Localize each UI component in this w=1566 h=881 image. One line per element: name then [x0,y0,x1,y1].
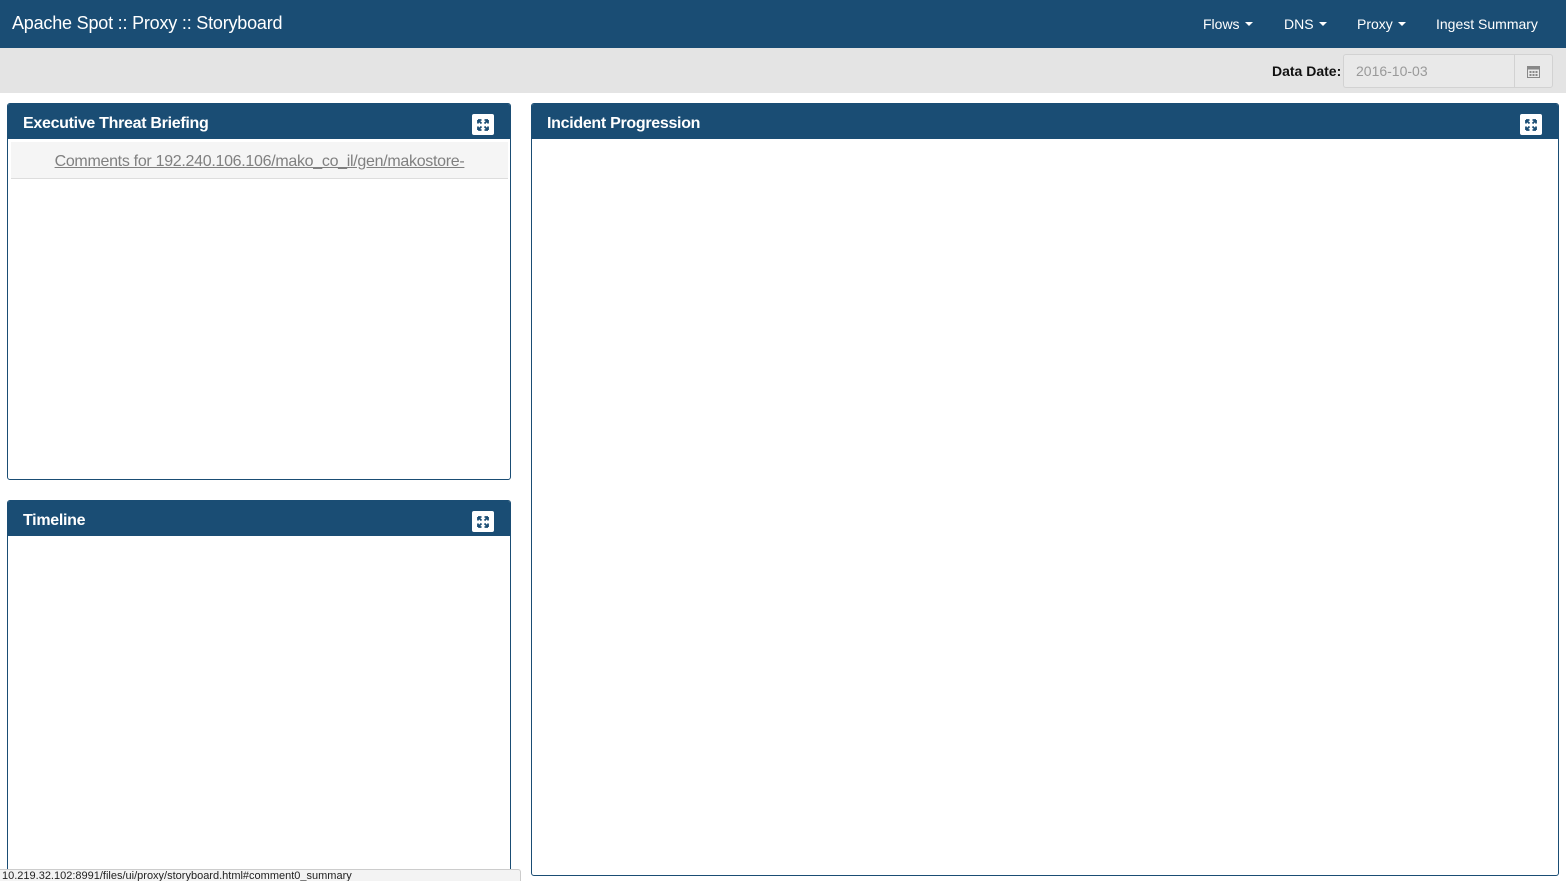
nav-proxy-menu[interactable]: Proxy [1357,16,1406,32]
nav-proxy-label: Proxy [1357,16,1393,32]
nav-flows-menu[interactable]: Flows [1203,16,1253,32]
incident-progression-panel: Incident Progression [531,103,1559,876]
executive-threat-briefing-panel: Executive Threat Briefing Comments for 1… [7,103,511,480]
panel-heading: Timeline [8,501,510,536]
caret-down-icon [1318,22,1327,27]
browser-status-bar: 10.219.32.102:8991/files/ui/proxy/storyb… [0,869,521,881]
panel-title: Incident Progression [547,115,701,132]
panel-title: Executive Threat Briefing [23,115,209,132]
comment-summary-link[interactable]: Comments for 192.240.106.106/mako_co_il/… [55,153,465,171]
panel-heading: Incident Progression [532,104,1558,139]
nav-dns-menu[interactable]: DNS [1284,16,1327,32]
expand-icon [477,515,489,528]
nav-dns-label: DNS [1284,16,1314,32]
nav-ingest-summary-label: Ingest Summary [1436,16,1538,32]
calendar-icon [1527,65,1540,78]
data-date-input[interactable] [1343,54,1515,88]
expand-button[interactable] [472,511,494,532]
expand-icon [477,118,489,131]
app-brand[interactable]: Apache Spot :: Proxy :: Storyboard [12,13,283,34]
caret-down-icon [1244,22,1253,27]
nav-ingest-summary-link[interactable]: Ingest Summary [1436,16,1538,32]
nav-flows-label: Flows [1203,16,1240,32]
data-date-label: Data Date: [1272,63,1342,79]
caret-down-icon [1397,22,1406,27]
expand-button[interactable] [1520,114,1542,135]
panel-title: Timeline [23,512,86,529]
top-navbar: Apache Spot :: Proxy :: Storyboard Flows… [0,0,1566,48]
timeline-panel: Timeline [7,500,511,881]
date-picker-button[interactable] [1514,54,1553,88]
panel-heading: Executive Threat Briefing [8,104,510,139]
expand-button[interactable] [472,114,494,135]
expand-icon [1525,118,1537,131]
list-item: Comments for 192.240.106.106/mako_co_il/… [11,142,508,179]
